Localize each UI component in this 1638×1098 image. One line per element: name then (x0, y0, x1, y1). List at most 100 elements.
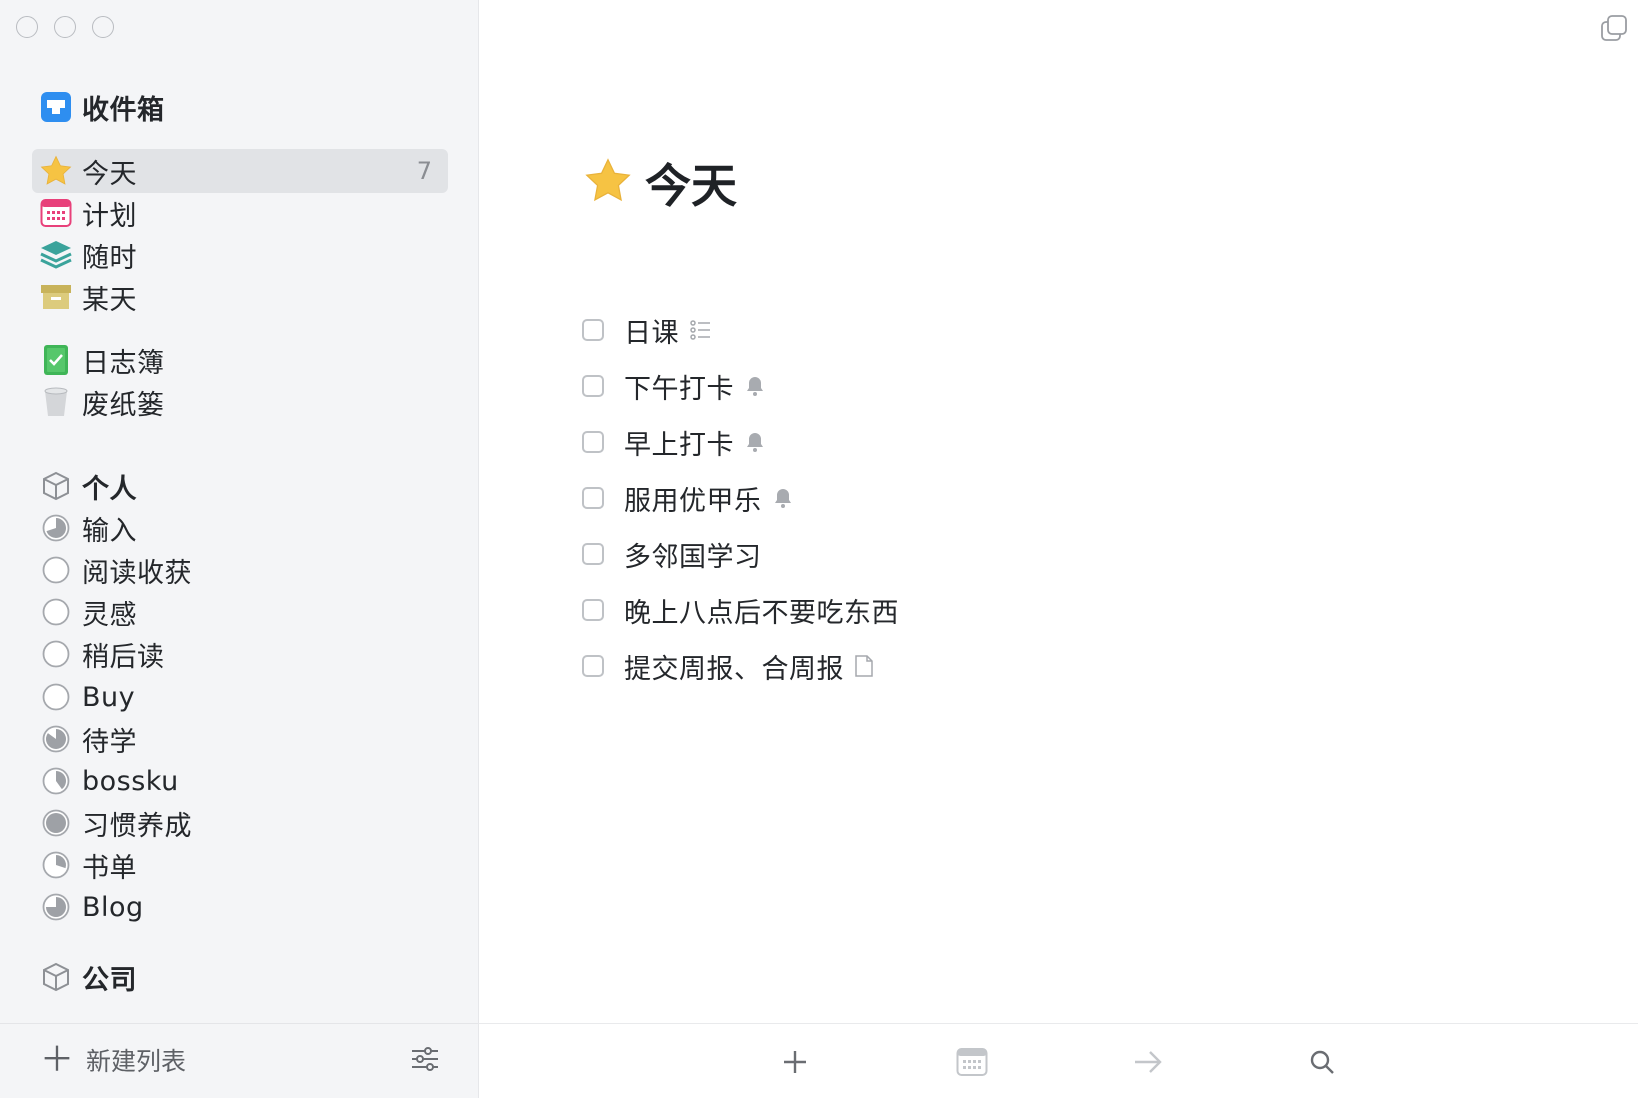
sidebar-item-label: 公司 (82, 964, 137, 996)
task-row[interactable]: 日课 (582, 302, 899, 358)
task-checkbox[interactable] (582, 599, 604, 621)
sidebar-item-label: 计划 (82, 200, 137, 232)
star-icon (583, 156, 633, 210)
sidebar-project-item[interactable]: 稍后读 (32, 632, 448, 676)
calendar-icon (38, 195, 74, 231)
progress-pie-icon (38, 721, 74, 757)
bell-icon (744, 375, 766, 397)
sidebar-item-trash[interactable]: 废纸篓 (32, 380, 448, 424)
search-icon[interactable] (1302, 1042, 1342, 1082)
sidebar-project-item[interactable]: bossku (32, 759, 448, 803)
sidebar-item-someday[interactable]: 某天 (32, 275, 448, 319)
task-checkbox[interactable] (582, 319, 604, 341)
progress-pie-icon (38, 805, 74, 841)
close-window-button[interactable] (16, 16, 38, 38)
sidebar-item-label: 废纸篓 (82, 389, 165, 421)
sidebar-item-label: 收件箱 (82, 94, 165, 126)
sliders-icon[interactable] (410, 1044, 440, 1078)
plus-icon: ＋ (40, 1040, 74, 1080)
main-content: 今天 日课下午打卡早上打卡服用优甲乐多邻国学习晚上八点后不要吃东西提交周报、合周… (479, 0, 1638, 1098)
sidebar-item-label: 书单 (82, 852, 137, 884)
sidebar-item-label: 灵感 (82, 599, 137, 631)
sidebar-item-label: 个人 (82, 473, 137, 505)
sidebar-item-label: 某天 (82, 284, 137, 316)
sidebar-project-item[interactable]: Blog (32, 885, 448, 929)
today-count-badge: 7 (416, 157, 432, 185)
task-title: 多邻国学习 (624, 541, 762, 573)
sidebar-project-item[interactable]: 灵感 (32, 590, 448, 634)
sidebar-area-company[interactable]: 公司 (32, 955, 448, 999)
task-row[interactable]: 晚上八点后不要吃东西 (582, 582, 899, 638)
sidebar-item-label: 今天 (82, 158, 137, 190)
progress-pie-icon (38, 636, 74, 672)
move-arrow-icon[interactable] (1128, 1042, 1168, 1082)
sidebar-item-label: 日志簿 (82, 347, 165, 379)
sidebar-item-logbook[interactable]: 日志簿 (32, 338, 448, 382)
sidebar-footer: ＋ 新建列表 (0, 1023, 478, 1098)
progress-pie-icon (38, 847, 74, 883)
duplicate-window-icon[interactable] (1600, 14, 1628, 46)
new-list-label: 新建列表 (86, 1047, 187, 1076)
sidebar-item-label: 稍后读 (82, 641, 165, 673)
task-checkbox[interactable] (582, 431, 604, 453)
sidebar-item-label: 输入 (82, 515, 137, 547)
task-row[interactable]: 下午打卡 (582, 358, 899, 414)
task-title: 提交周报、合周报 (624, 653, 844, 685)
inbox-icon (38, 89, 74, 125)
task-title: 服用优甲乐 (624, 485, 762, 517)
calendar-icon[interactable] (952, 1042, 992, 1082)
sidebar-project-item[interactable]: 阅读收获 (32, 548, 448, 592)
minimize-window-button[interactable] (54, 16, 76, 38)
progress-pie-icon (38, 889, 74, 925)
sidebar-project-item[interactable]: 待学 (32, 717, 448, 761)
sidebar-item-anytime[interactable]: 随时 (32, 233, 448, 277)
checklist-icon (689, 319, 711, 341)
sidebar-item-label: 阅读收获 (82, 557, 192, 589)
task-row[interactable]: 提交周报、合周报 (582, 638, 899, 694)
cube-icon (38, 959, 74, 995)
sidebar-item-today[interactable]: 今天 7 (32, 149, 448, 193)
task-list: 日课下午打卡早上打卡服用优甲乐多邻国学习晚上八点后不要吃东西提交周报、合周报 (582, 302, 899, 694)
add-task-icon[interactable] (775, 1042, 815, 1082)
sidebar-item-upcoming[interactable]: 计划 (32, 191, 448, 235)
trash-icon (38, 384, 74, 420)
task-checkbox[interactable] (582, 655, 604, 677)
task-title: 日课 (624, 317, 679, 349)
sidebar-item-label: 习惯养成 (82, 810, 192, 842)
task-title: 下午打卡 (624, 373, 734, 405)
progress-pie-icon (38, 510, 74, 546)
note-icon (854, 654, 874, 678)
zoom-window-button[interactable] (92, 16, 114, 38)
box-icon (38, 279, 74, 315)
layers-icon (38, 237, 74, 273)
progress-pie-icon (38, 594, 74, 630)
page-title-text: 今天 (645, 159, 737, 213)
sidebar-item-inbox[interactable]: 收件箱 (32, 85, 448, 129)
sidebar-item-label: Blog (82, 891, 144, 923)
task-row[interactable]: 多邻国学习 (582, 526, 899, 582)
task-row[interactable]: 服用优甲乐 (582, 470, 899, 526)
bell-icon (744, 431, 766, 453)
sidebar-project-item[interactable]: 书单 (32, 843, 448, 887)
sidebar-project-item[interactable]: 输入 (32, 506, 448, 550)
sidebar-item-label: bossku (82, 765, 179, 797)
task-checkbox[interactable] (582, 487, 604, 509)
task-checkbox[interactable] (582, 543, 604, 565)
sidebar-project-item[interactable]: Buy (32, 675, 448, 719)
task-title: 早上打卡 (624, 429, 734, 461)
progress-pie-icon (38, 679, 74, 715)
window-controls (16, 16, 114, 38)
sidebar-item-label: 待学 (82, 726, 137, 758)
sidebar-area-personal[interactable]: 个人 (32, 464, 448, 508)
page-title: 今天 (583, 150, 737, 216)
task-checkbox[interactable] (582, 375, 604, 397)
star-icon (38, 153, 74, 189)
sidebar-item-label: Buy (82, 681, 136, 713)
task-row[interactable]: 早上打卡 (582, 414, 899, 470)
progress-pie-icon (38, 552, 74, 588)
bell-icon (772, 487, 794, 509)
sidebar-item-label: 随时 (82, 242, 137, 274)
new-list-button[interactable]: ＋ 新建列表 (40, 1042, 186, 1078)
sidebar-project-item[interactable]: 习惯养成 (32, 801, 448, 845)
sidebar: 收件箱 今天 7 计划 随时 某天 日志簿 废纸篓 个人 输入 阅读收获 灵感 … (0, 0, 479, 1098)
